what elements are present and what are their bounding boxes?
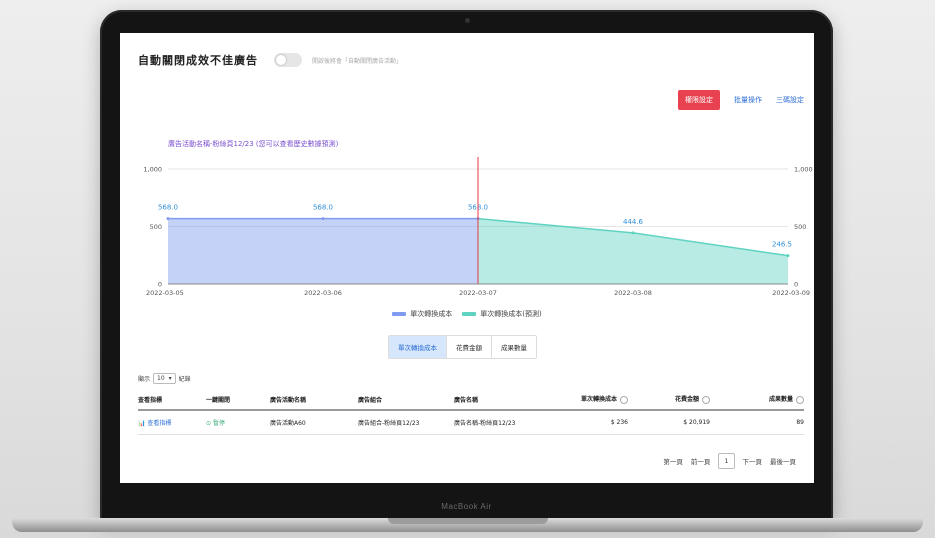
table-header: 查看指標 一鍵關閉 廣告活動名稱 廣告組合 廣告名稱 單次轉換成本 花費金額 成… xyxy=(138,389,804,411)
y-tick-right: 1,000 xyxy=(794,166,813,174)
legend-item-actual[interactable]: 單次轉換成本 xyxy=(392,309,452,319)
x-tick: 2022-03-09 xyxy=(772,289,810,297)
x-tick: 2022-03-06 xyxy=(304,289,342,297)
y-tick-left: 1,000 xyxy=(143,166,162,174)
page-size-row: 顯示 10 ▾ 紀錄 xyxy=(138,373,191,384)
first-page-link[interactable]: 第一頁 xyxy=(663,456,683,466)
metric-tabs: 單次轉換成本 花費金額 成果數量 xyxy=(388,335,537,359)
app-screen: 自動關閉成效不佳廣告 開啟後將會「自動關閉廣告活動」 權限設定 批量操作 三碼設… xyxy=(120,33,814,483)
current-page[interactable]: 1 xyxy=(718,453,735,469)
col-campaign: 廣告活動名稱 xyxy=(270,396,307,404)
y-tick-right: 0 xyxy=(794,281,798,289)
chart-title: 廣告活動名稱-粉絲頁12/23 (您可以查看歷史數據預測) xyxy=(168,140,339,148)
cost-chart: 廣告活動名稱-粉絲頁12/23 (您可以查看歷史數據預測) 0 0 500 500 1,… xyxy=(120,129,814,329)
pause-link[interactable]: ⊙ 暫停 xyxy=(206,418,270,427)
topbar: 自動關閉成效不佳廣告 開啟後將會「自動關閉廣告活動」 xyxy=(138,50,402,70)
tab-results[interactable]: 成果數量 xyxy=(491,336,536,358)
pause-label: 暫停 xyxy=(212,420,225,427)
cell-adset: 廣告組合-粉絲頁12/23 xyxy=(358,420,420,427)
info-icon[interactable] xyxy=(796,395,804,404)
col-ad-name: 廣告名稱 xyxy=(454,396,479,404)
data-point xyxy=(166,217,170,221)
col-results: 成果數量 xyxy=(710,394,804,404)
data-label: 568.0 xyxy=(313,204,333,212)
next-page-link[interactable]: 下一頁 xyxy=(743,456,763,466)
x-tick: 2022-03-08 xyxy=(614,289,652,297)
page-size-select[interactable]: 10 ▾ xyxy=(153,373,176,384)
info-icon[interactable] xyxy=(620,395,628,404)
bar-chart-icon: 📊 xyxy=(138,420,148,427)
info-icon[interactable] xyxy=(702,395,710,404)
legend-item-forecast[interactable]: 單次轉換成本(預測) xyxy=(462,309,542,319)
show-label: 顯示 xyxy=(138,376,151,383)
auto-close-toggle[interactable] xyxy=(274,53,302,67)
page-size-value: 10 xyxy=(157,375,165,382)
col-quick-close: 一鍵關閉 xyxy=(206,396,231,404)
series-area-1 xyxy=(478,218,788,284)
col-spend-label: 花費金額 xyxy=(674,396,699,404)
data-point xyxy=(786,254,790,258)
data-label: 444.6 xyxy=(623,218,644,226)
last-page-link[interactable]: 最後一頁 xyxy=(770,456,796,466)
x-tick: 2022-03-07 xyxy=(459,289,497,297)
page-title: 自動關閉成效不佳廣告 xyxy=(138,54,258,67)
data-point xyxy=(631,231,635,235)
data-point xyxy=(321,217,325,221)
view-metric-link[interactable]: 📊 查看指標 xyxy=(138,418,206,427)
laptop-notch xyxy=(388,518,548,524)
col-results-label: 成果數量 xyxy=(768,396,793,404)
data-label: 246.5 xyxy=(772,241,792,249)
ads-table: 查看指標 一鍵關閉 廣告活動名稱 廣告組合 廣告名稱 單次轉換成本 花費金額 成… xyxy=(138,389,804,435)
y-tick-left: 500 xyxy=(150,223,162,231)
legend-swatch-forecast xyxy=(462,312,477,316)
legend-label-actual: 單次轉換成本 xyxy=(410,310,453,318)
pagination: 第一頁 前一頁 1 下一頁 最後一頁 xyxy=(663,453,796,469)
x-tick: 2022-03-05 xyxy=(146,289,184,297)
data-label: 568.0 xyxy=(158,204,178,212)
table-row: 📊 查看指標 ⊙ 暫停 廣告活動A60 廣告組合-粉絲頁12/23 廣告名稱-粉… xyxy=(138,411,804,435)
cell-campaign: 廣告活動A60 xyxy=(270,420,306,427)
chart-svg: 005005001,0001,000568.0568.0568.0444.624… xyxy=(143,157,813,297)
tab-cost-per-conversion[interactable]: 單次轉換成本 xyxy=(389,336,446,358)
cell-ad-name: 廣告名稱-粉絲頁12/23 xyxy=(454,420,516,427)
model-label: MacBook Air xyxy=(441,502,492,511)
legend-label-forecast: 單次轉換成本(預測) xyxy=(480,310,542,318)
chart-legend: 單次轉換成本 單次轉換成本(預測) xyxy=(120,309,814,319)
col-cost: 單次轉換成本 xyxy=(546,394,628,404)
cell-cost: $ 236 xyxy=(610,419,628,426)
series-area-0 xyxy=(168,218,478,284)
chevron-down-icon: ▾ xyxy=(168,375,172,382)
action-bar: 權限設定 批量操作 三碼設定 xyxy=(678,90,804,110)
code-settings-link[interactable]: 三碼設定 xyxy=(776,95,804,105)
prev-page-link[interactable]: 前一頁 xyxy=(691,456,711,466)
col-adset: 廣告組合 xyxy=(358,396,383,404)
col-cost-label: 單次轉換成本 xyxy=(580,396,617,404)
y-tick-right: 500 xyxy=(794,223,806,231)
batch-link[interactable]: 批量操作 xyxy=(734,95,762,105)
col-spend: 花費金額 xyxy=(628,394,710,404)
toggle-hint: 開啟後將會「自動關閉廣告活動」 xyxy=(312,57,403,65)
col-view-metric: 查看指標 xyxy=(138,396,163,404)
pause-icon: ⊙ xyxy=(206,420,213,427)
legend-swatch-actual xyxy=(392,312,407,316)
cell-results: 89 xyxy=(796,419,804,426)
camera-dot xyxy=(464,18,470,23)
tab-spend[interactable]: 花費金額 xyxy=(446,336,491,358)
permission-button[interactable]: 權限設定 xyxy=(678,90,720,110)
y-tick-left: 0 xyxy=(158,281,162,289)
view-metric-label: 查看指標 xyxy=(147,420,172,427)
cell-spend: $ 20,919 xyxy=(683,419,710,426)
records-label: 紀錄 xyxy=(178,376,191,383)
